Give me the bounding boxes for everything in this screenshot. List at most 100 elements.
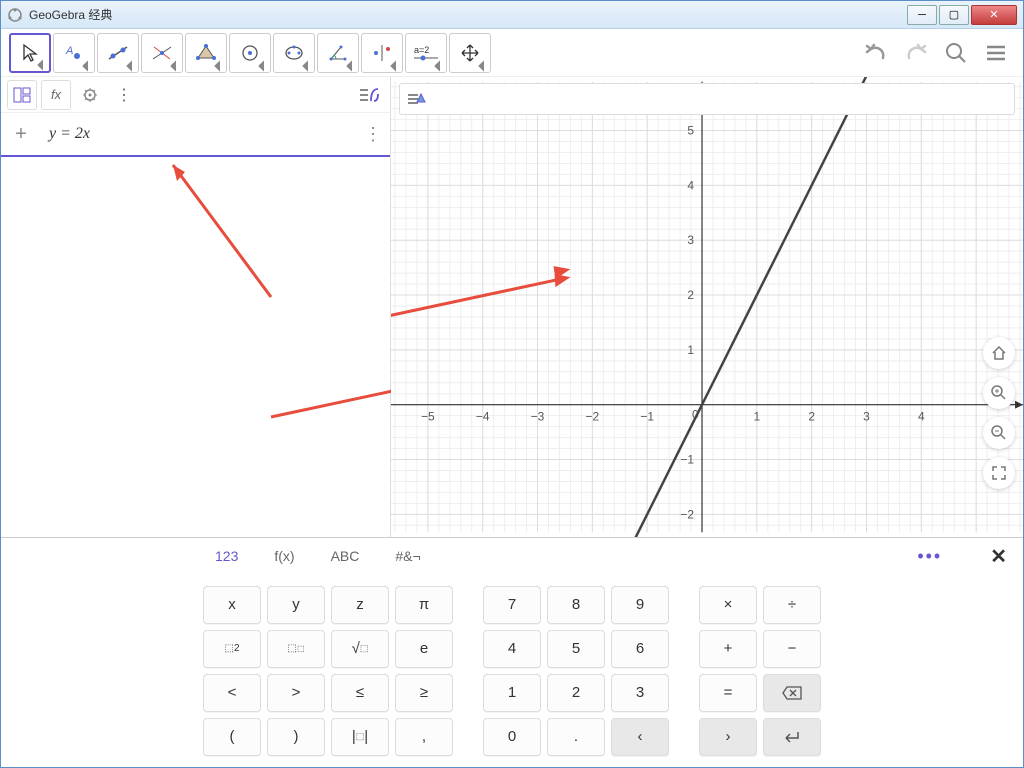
key-.[interactable]: .: [547, 718, 605, 756]
search-button[interactable]: [937, 35, 975, 71]
key-›[interactable]: ›: [699, 718, 757, 756]
zoom-home-button[interactable]: [983, 337, 1015, 369]
svg-text:2: 2: [808, 410, 815, 424]
kb-tab-sym[interactable]: #&¬: [381, 542, 434, 570]
add-input-button[interactable]: +: [9, 122, 33, 146]
maximize-button[interactable]: ▢: [939, 5, 969, 25]
tool-circle[interactable]: [229, 33, 271, 73]
titlebar[interactable]: GeoGebra 经典 ─ ▢ ✕: [1, 1, 1023, 29]
redo-button[interactable]: [897, 35, 935, 71]
key-‹[interactable]: ‹: [611, 718, 669, 756]
key-|▢|[interactable]: |⬚|: [331, 718, 389, 756]
tool-perpendicular[interactable]: [141, 33, 183, 73]
svg-text:−2: −2: [586, 410, 600, 424]
key-÷[interactable]: ÷: [763, 586, 821, 624]
svg-text:−4: −4: [476, 410, 490, 424]
key-−[interactable]: −: [763, 630, 821, 668]
svg-text:−1: −1: [680, 453, 694, 467]
close-button[interactable]: ✕: [971, 5, 1017, 25]
key-√▢[interactable]: √⬚: [331, 630, 389, 668]
tool-point[interactable]: A: [53, 33, 95, 73]
key-e[interactable]: e: [395, 630, 453, 668]
key-1[interactable]: 1: [483, 674, 541, 712]
svg-text:−1: −1: [640, 410, 654, 424]
minimize-button[interactable]: ─: [907, 5, 937, 25]
algebra-view-button[interactable]: [7, 80, 37, 110]
key-5[interactable]: 5: [547, 630, 605, 668]
tool-slider[interactable]: a=2: [405, 33, 447, 73]
svg-text:2: 2: [687, 288, 694, 302]
main-toolbar: A a=2: [1, 29, 1023, 77]
key-=[interactable]: =: [699, 674, 757, 712]
key-y[interactable]: y: [267, 586, 325, 624]
svg-text:−3: −3: [531, 410, 545, 424]
key-z[interactable]: z: [331, 586, 389, 624]
algebra-sort-button[interactable]: [354, 80, 384, 110]
key-≤[interactable]: ≤: [331, 674, 389, 712]
kb-close-button[interactable]: ✕: [990, 544, 1007, 569]
annotation-arrows: [1, 157, 391, 517]
key-x[interactable]: x: [203, 586, 261, 624]
svg-text:−2: −2: [680, 507, 694, 521]
tool-polygon[interactable]: [185, 33, 227, 73]
key-▢▫[interactable]: ⬚⬚: [267, 630, 325, 668]
key-⌫[interactable]: [763, 674, 821, 712]
app-window: GeoGebra 经典 ─ ▢ ✕ A a=2 fx ⋮: [0, 0, 1024, 768]
formula-text[interactable]: y = 2x: [49, 125, 90, 143]
key-4[interactable]: 4: [483, 630, 541, 668]
fx-button[interactable]: fx: [41, 80, 71, 110]
key-×[interactable]: ×: [699, 586, 757, 624]
graphics-panel[interactable]: ⋮ −5−4−3−2−11234−2−1123450: [391, 77, 1023, 537]
coordinate-grid[interactable]: −5−4−3−2−11234−2−1123450: [391, 77, 1023, 537]
key-9[interactable]: 9: [611, 586, 669, 624]
kb-more-button[interactable]: •••: [917, 546, 982, 567]
key-π[interactable]: π: [395, 586, 453, 624]
key-([interactable]: (: [203, 718, 261, 756]
svg-text:a=2: a=2: [414, 45, 429, 55]
key-↵[interactable]: [763, 718, 821, 756]
svg-text:3: 3: [863, 410, 870, 424]
algebra-toolbar: fx ⋮: [1, 77, 390, 113]
key-+[interactable]: +: [699, 630, 757, 668]
zoom-out-button[interactable]: [983, 417, 1015, 449]
key-7[interactable]: 7: [483, 586, 541, 624]
undo-button[interactable]: [857, 35, 895, 71]
fullscreen-button[interactable]: [983, 457, 1015, 489]
tool-reflect[interactable]: [361, 33, 403, 73]
virtual-keyboard: 123 f(x) ABC #&¬ ••• ✕ xyzπ ⬚2⬚⬚√⬚e <>≤≥ ()…: [1, 537, 1023, 767]
svg-text:1: 1: [687, 343, 694, 357]
app-icon: [7, 7, 23, 23]
key-,[interactable]: ,: [395, 718, 453, 756]
kb-tab-abc[interactable]: ABC: [317, 542, 374, 570]
key-≥[interactable]: ≥: [395, 674, 453, 712]
kb-tab-fx[interactable]: f(x): [260, 542, 308, 570]
key-8[interactable]: 8: [547, 586, 605, 624]
svg-text:3: 3: [687, 233, 694, 247]
tool-move-graphics[interactable]: [449, 33, 491, 73]
tool-line[interactable]: [97, 33, 139, 73]
row-menu-icon[interactable]: ⋮: [364, 124, 382, 145]
key-2[interactable]: 2: [547, 674, 605, 712]
tool-angle[interactable]: [317, 33, 359, 73]
keypad-ops: ×÷+−= ›: [699, 586, 821, 756]
kb-tab-123[interactable]: 123: [201, 542, 252, 570]
svg-text:5: 5: [687, 124, 694, 138]
style-button[interactable]: [402, 86, 430, 112]
key-0[interactable]: 0: [483, 718, 541, 756]
tool-conic[interactable]: [273, 33, 315, 73]
key-<[interactable]: <: [203, 674, 261, 712]
algebra-settings-icon[interactable]: [75, 80, 105, 110]
menu-button[interactable]: [977, 35, 1015, 71]
svg-text:4: 4: [687, 178, 694, 192]
input-row[interactable]: + y = 2x ⋮: [1, 113, 390, 157]
key-▢²[interactable]: ⬚2: [203, 630, 261, 668]
key->[interactable]: >: [267, 674, 325, 712]
key-6[interactable]: 6: [611, 630, 669, 668]
zoom-in-button[interactable]: [983, 377, 1015, 409]
algebra-more-icon[interactable]: ⋮: [109, 80, 139, 110]
key-)[interactable]: ): [267, 718, 325, 756]
zoom-controls: [983, 337, 1015, 489]
svg-text:1: 1: [754, 410, 761, 424]
tool-move[interactable]: [9, 33, 51, 73]
key-3[interactable]: 3: [611, 674, 669, 712]
